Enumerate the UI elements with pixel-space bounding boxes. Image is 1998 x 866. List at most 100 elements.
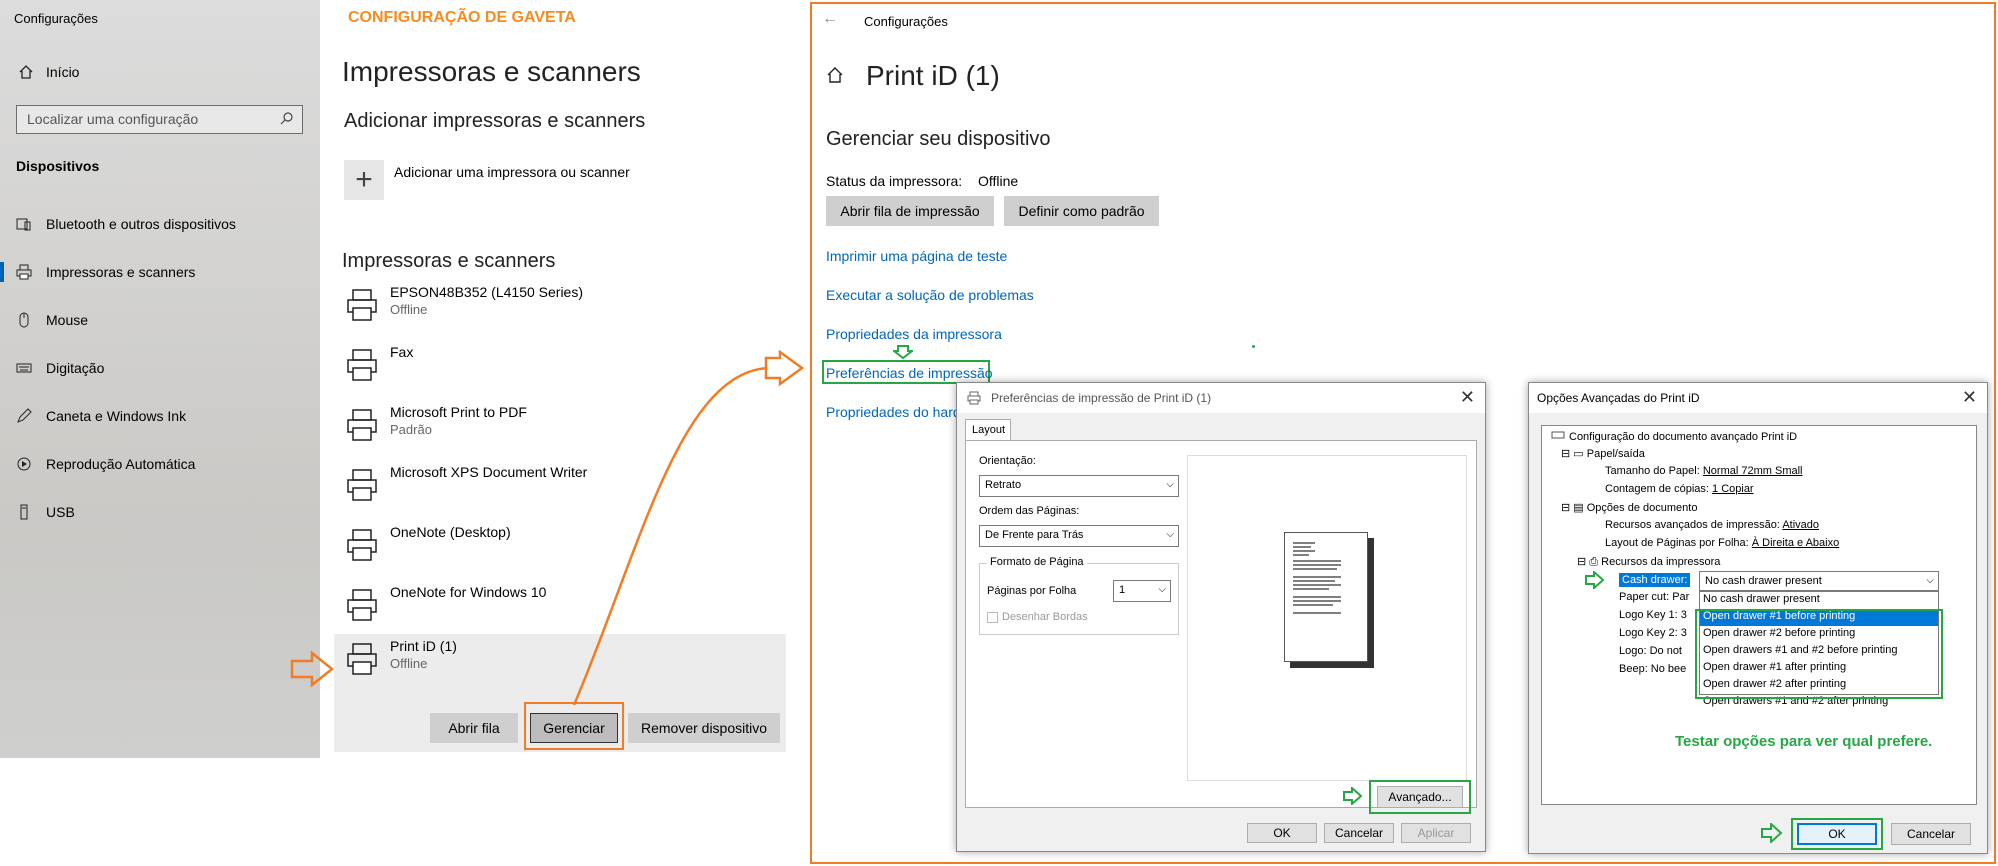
printer-icon	[346, 468, 378, 507]
page-order-value: De Frente para Trás	[985, 529, 1084, 541]
arrow-right-icon	[290, 650, 335, 688]
link-printer-properties[interactable]: Propriedades da impressora	[826, 326, 1002, 342]
draw-borders-checkbox[interactable]: Desenhar Bordas	[987, 611, 1088, 623]
add-heading: Adicionar impressoras e scanners	[344, 110, 646, 132]
printer-name: Microsoft XPS Document Writer	[390, 464, 588, 480]
pages-per-sheet-value: 1	[1119, 584, 1126, 596]
device-name: Print iD (1)	[866, 60, 1000, 91]
home-icon	[826, 66, 844, 89]
sidebar-item-typing[interactable]: Digitação	[16, 356, 104, 380]
app-title: Configurações	[14, 11, 98, 26]
copies-row[interactable]: Contagem de cópias: 1 Copiar	[1605, 483, 1754, 495]
printer-status: Offline	[390, 302, 428, 317]
settings-sidebar: Configurações Início Localizar uma confi…	[0, 0, 320, 758]
sidebar-item-label: Mouse	[46, 312, 89, 328]
sidebar-item-autoplay[interactable]: Reprodução Automática	[16, 452, 195, 476]
add-printer-label[interactable]: Adicionar uma impressora ou scanner	[394, 164, 630, 180]
ok-button[interactable]: OK	[1797, 823, 1877, 845]
tree-row-logo-key2[interactable]: Logo Key 2: 3	[1619, 627, 1687, 639]
usb-icon	[16, 504, 32, 520]
page-order-select[interactable]: De Frente para Trás ⌵	[979, 525, 1179, 547]
back-icon[interactable]: ←	[822, 10, 838, 28]
tree-printer-features[interactable]: ⊟ ⎙ Recursos da impressora	[1577, 555, 1720, 569]
search-placeholder: Localizar uma configuração	[27, 111, 199, 127]
checkbox-box	[987, 611, 998, 623]
layout-row[interactable]: Layout de Páginas por Folha: À Direita e…	[1605, 537, 1839, 549]
mouse-icon	[16, 312, 32, 328]
tree-doc-options[interactable]: ⊟ ▤ Opções de documento	[1561, 501, 1697, 514]
tree-paper-label: Papel/saída	[1586, 448, 1645, 460]
sidebar-item-printers[interactable]: Impressoras e scanners	[0, 260, 196, 284]
adv-features-value: Ativado	[1782, 519, 1820, 531]
tree-row-beep[interactable]: Beep: No bee	[1619, 663, 1686, 675]
printer-name: OneNote for Windows 10	[390, 584, 547, 600]
dialog-title: Opções Avançadas do Print iD	[1537, 391, 1700, 405]
printer-icon	[346, 588, 378, 627]
tree-row-logo[interactable]: Logo: Do not	[1619, 645, 1682, 657]
cash-drawer-label: Cash drawer:	[1619, 573, 1691, 587]
green-arrow-right-icon	[1585, 571, 1605, 589]
printer-icon	[346, 642, 378, 681]
sidebar-item-label: Impressoras e scanners	[46, 264, 196, 280]
remove-device-button[interactable]: Remover dispositivo	[628, 713, 780, 743]
open-queue-button[interactable]: Abrir fila	[430, 713, 518, 743]
close-icon[interactable]: ✕	[1962, 387, 1977, 408]
tree-row-logo-key1[interactable]: Logo Key 1: 3	[1619, 609, 1687, 621]
ok-button[interactable]: OK	[1247, 823, 1317, 843]
chevron-down-icon: ⌵	[1158, 584, 1166, 595]
sidebar-item-mouse[interactable]: Mouse	[16, 308, 88, 332]
sidebar-item-usb[interactable]: USB	[16, 500, 75, 524]
tree-printer-features-label: Recursos da impressora	[1601, 556, 1721, 568]
printer-icon	[16, 264, 32, 280]
printer-name: Microsoft Print to PDF	[390, 404, 527, 420]
status-label: Status da impressora:	[826, 173, 963, 189]
printer-item[interactable]: EPSON48B352 (L4150 Series) Offline	[334, 280, 786, 336]
link-print-preferences[interactable]: Preferências de impressão	[826, 365, 993, 381]
adv-features-row[interactable]: Recursos avançados de impressão: Ativado	[1605, 519, 1819, 531]
manage-button[interactable]: Gerenciar	[530, 713, 618, 743]
chevron-down-icon: ⌵	[1166, 479, 1174, 490]
autoplay-icon	[16, 456, 32, 472]
paper-size-row[interactable]: Tamanho do Papel: Normal 72mm Small	[1605, 465, 1803, 477]
advanced-button[interactable]: Avançado...	[1377, 786, 1463, 808]
open-print-queue-button[interactable]: Abrir fila de impressão	[826, 196, 994, 226]
cash-drawer-select[interactable]: No cash drawer present ⌵	[1699, 571, 1939, 591]
cancel-button[interactable]: Cancelar	[1324, 823, 1394, 843]
tree-root: Configuração do documento avançado Print…	[1551, 429, 1797, 444]
green-arrow-right-icon	[1761, 823, 1783, 843]
link-hardware-properties[interactable]: Propriedades do hard	[826, 404, 961, 420]
page-preview	[1187, 455, 1467, 781]
curve-arrow-icon	[572, 350, 805, 706]
tab-layout[interactable]: Layout	[965, 419, 1011, 441]
print-preferences-dialog: Preferências de impressão de Print iD (1…	[956, 382, 1486, 852]
chevron-down-icon: ⌵	[1166, 529, 1174, 540]
green-arrow-down-icon	[893, 345, 913, 359]
search-icon	[280, 111, 294, 125]
copies-label: Contagem de cópias:	[1605, 483, 1709, 495]
dialog-title: Preferências de impressão de Print iD (1…	[991, 391, 1212, 405]
link-test-page[interactable]: Imprimir uma página de teste	[826, 248, 1007, 264]
cash-drawer-option[interactable]: No cash drawer present	[1700, 592, 1938, 609]
bluetooth-icon	[16, 216, 32, 232]
printer-icon	[346, 528, 378, 567]
page-format-label: Formato de Página	[987, 556, 1087, 568]
sidebar-item-pen[interactable]: Caneta e Windows Ink	[16, 404, 186, 428]
pages-per-sheet-select[interactable]: 1 ⌵	[1113, 580, 1171, 602]
apply-button[interactable]: Aplicar	[1401, 823, 1471, 843]
manage-heading: Gerenciar seu dispositivo	[826, 128, 1051, 150]
dialog-titlebar: Preferências de impressão de Print iD (1…	[957, 383, 1485, 413]
paper-icon: ▭	[1573, 448, 1584, 460]
link-troubleshoot[interactable]: Executar a solução de problemas	[826, 287, 1034, 303]
home-item[interactable]: Início	[18, 64, 79, 80]
close-icon[interactable]: ✕	[1460, 387, 1475, 408]
cancel-button[interactable]: Cancelar	[1891, 823, 1971, 845]
add-printer-button[interactable]: +	[344, 160, 384, 200]
orientation-select[interactable]: Retrato ⌵	[979, 475, 1179, 497]
sidebar-item-bluetooth[interactable]: Bluetooth e outros dispositivos	[16, 212, 236, 236]
tree-paper[interactable]: ⊟ ▭ Papel/saída	[1561, 447, 1645, 460]
search-input[interactable]: Localizar uma configuração	[16, 105, 303, 134]
dialog-titlebar: Opções Avançadas do Print iD	[1529, 383, 1987, 413]
set-default-button[interactable]: Definir como padrão	[1004, 196, 1159, 226]
tree-row-paper-cut[interactable]: Paper cut: Par	[1619, 591, 1689, 603]
printer-icon	[1551, 429, 1565, 444]
